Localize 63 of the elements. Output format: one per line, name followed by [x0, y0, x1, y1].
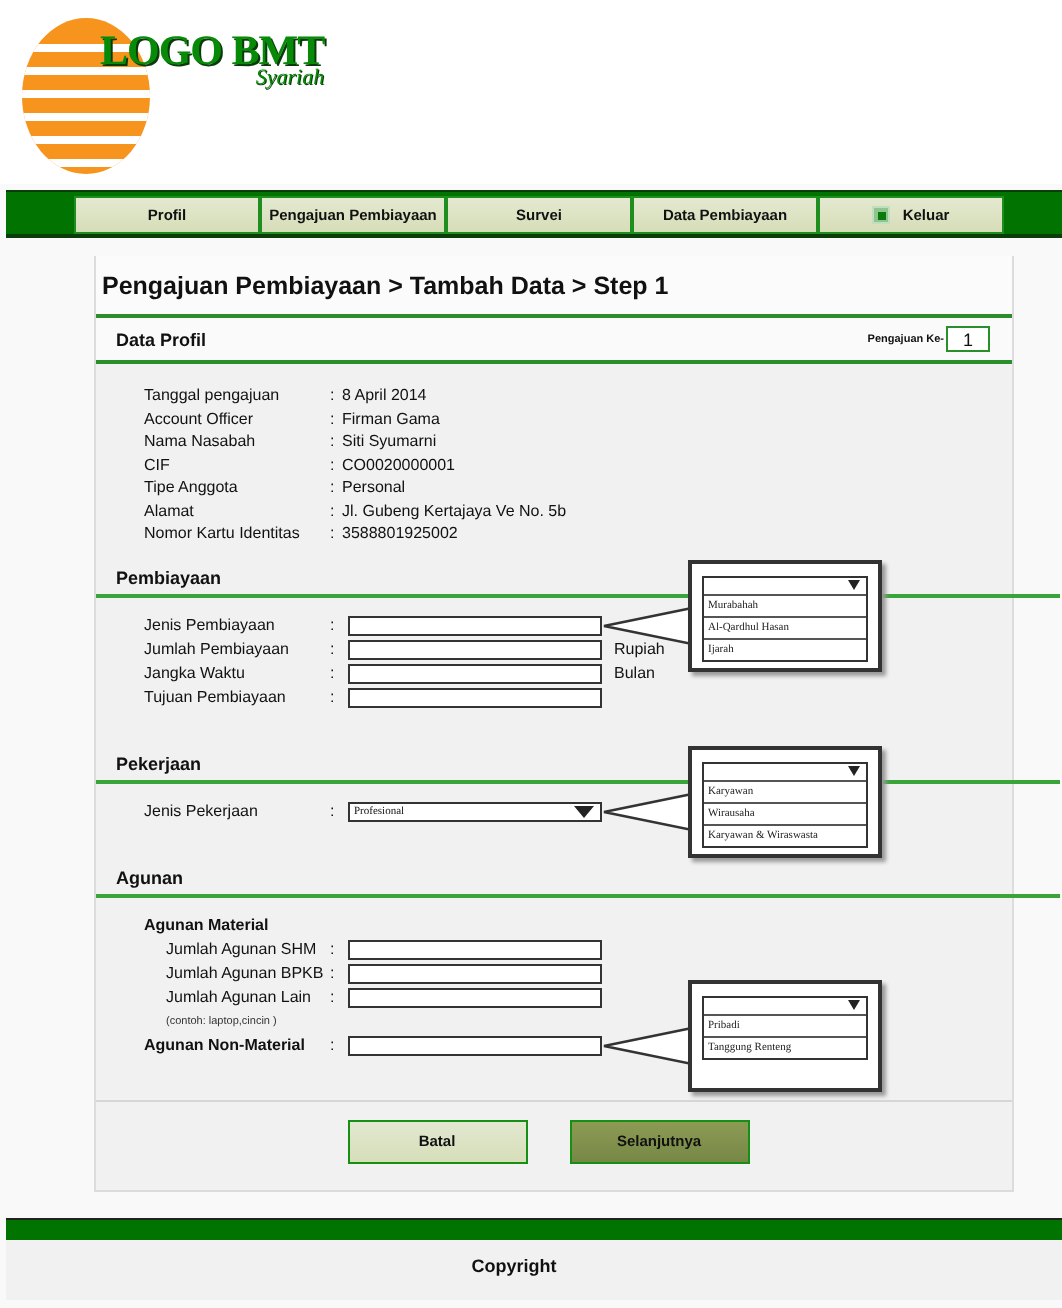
- colon: :: [330, 1036, 337, 1054]
- section-heading: Pekerjaan: [116, 753, 202, 773]
- input-field[interactable]: [348, 663, 602, 683]
- colon: :: [330, 664, 337, 682]
- input-field[interactable]: [348, 1035, 602, 1055]
- input-field[interactable]: [348, 963, 602, 983]
- colon: :: [330, 640, 337, 658]
- colon: :: [330, 940, 337, 958]
- field-value: 8 April 2014: [342, 386, 427, 405]
- colon: :: [330, 432, 337, 451]
- colon: :: [330, 386, 337, 405]
- colon: :: [330, 524, 337, 543]
- colon: :: [330, 688, 337, 706]
- field-label: Tanggal pengajuan: [144, 386, 282, 405]
- section-heading: Agunan: [116, 867, 183, 887]
- colon: :: [330, 478, 337, 497]
- unit-label: Rupiah: [614, 640, 665, 658]
- colon: :: [330, 964, 337, 982]
- field-label: Tipe Anggota: [144, 478, 240, 497]
- field-label: Jenis Pembiayaan: [144, 616, 277, 634]
- field-label: Tujuan Pembiayaan: [144, 688, 288, 706]
- field-value: Siti Syumarni: [342, 432, 437, 451]
- group-heading: Agunan Material: [144, 914, 271, 937]
- field-label: Nomor Kartu Identitas: [144, 524, 302, 543]
- input-field[interactable]: [348, 639, 602, 659]
- input-field[interactable]: [348, 687, 602, 707]
- field-label: Jumlah Agunan SHM: [164, 940, 319, 958]
- counter-field[interactable]: 1: [946, 326, 990, 352]
- field-value: Personal: [342, 478, 406, 497]
- copyright-text: Copyright: [471, 1255, 557, 1280]
- page-title: Pengajuan Pembiayaan > Tambah Data > Step 1: [102, 271, 669, 299]
- caret-icon: [574, 805, 594, 817]
- colon: :: [330, 802, 337, 820]
- field-label: Alamat: [144, 501, 196, 520]
- field-label: Jangka Waktu: [144, 664, 247, 682]
- exit-icon: [872, 206, 891, 224]
- logo-subtitle: Syariah: [255, 68, 325, 90]
- field-value: Firman Gama: [342, 409, 440, 428]
- caret-icon: [848, 1000, 860, 1010]
- field-label: Nama Nasabah: [144, 432, 258, 451]
- colon: :: [330, 616, 337, 634]
- input-field[interactable]: [348, 987, 602, 1007]
- caret-icon: [848, 766, 860, 776]
- colon: :: [330, 409, 337, 428]
- section-heading: Pembiayaan: [116, 567, 222, 587]
- input-field[interactable]: [348, 615, 602, 635]
- colon: :: [330, 455, 337, 474]
- field-value: 3588801925002: [342, 524, 458, 543]
- field-label: Jumlah Agunan BPKB: [164, 964, 326, 982]
- field-label: Jumlah Agunan Lain: [164, 988, 313, 1006]
- colon: :: [330, 988, 337, 1006]
- field-label: Jenis Pekerjaan: [144, 802, 260, 820]
- section-heading: Data Profil: [116, 329, 207, 349]
- input-field[interactable]: [348, 939, 602, 959]
- field-label: Account Officer: [144, 409, 256, 428]
- unit-label: Bulan: [614, 664, 655, 682]
- field-label: Jumlah Pembiayaan: [144, 640, 291, 658]
- field-label: CIF: [144, 455, 172, 474]
- field-value: CO0020000001: [342, 455, 455, 474]
- field-label: Agunan Non-Material: [144, 1036, 307, 1054]
- caret-icon: [848, 580, 860, 590]
- field-value: Jl. Gubeng Kertajaya Ve No. 5b: [342, 501, 567, 520]
- colon: :: [330, 501, 337, 520]
